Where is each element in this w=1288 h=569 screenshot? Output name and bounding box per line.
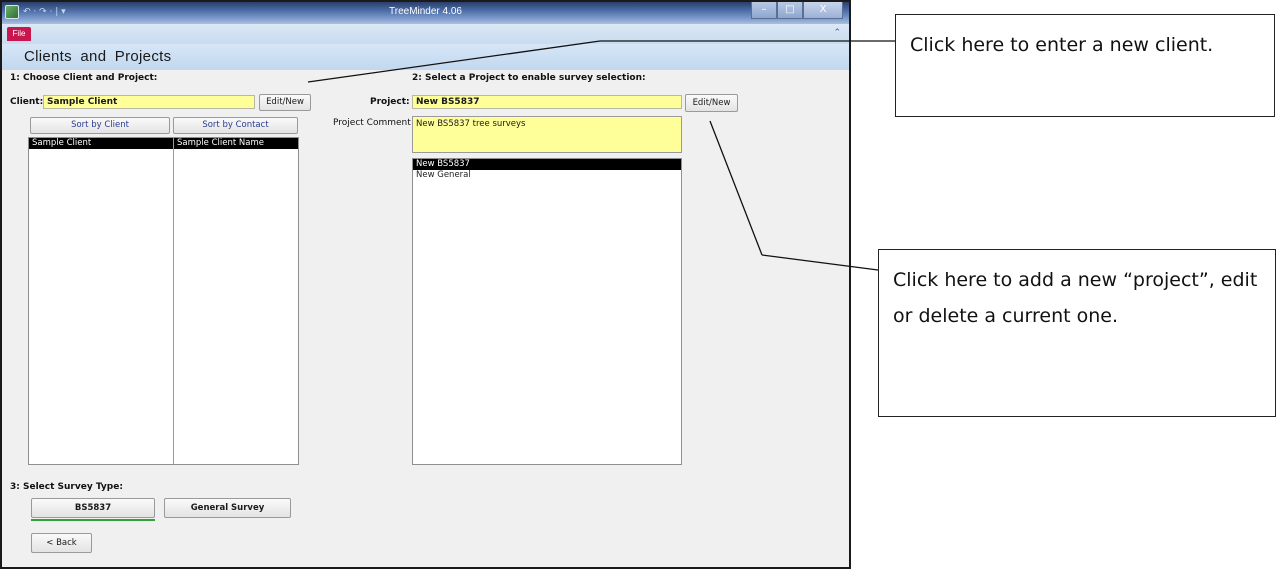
project-pointer-line-horizontal — [761, 254, 879, 271]
client-pointer-line — [307, 40, 601, 83]
callout-connector-lines — [307, 40, 895, 271]
project-pointer-line — [709, 120, 763, 256]
